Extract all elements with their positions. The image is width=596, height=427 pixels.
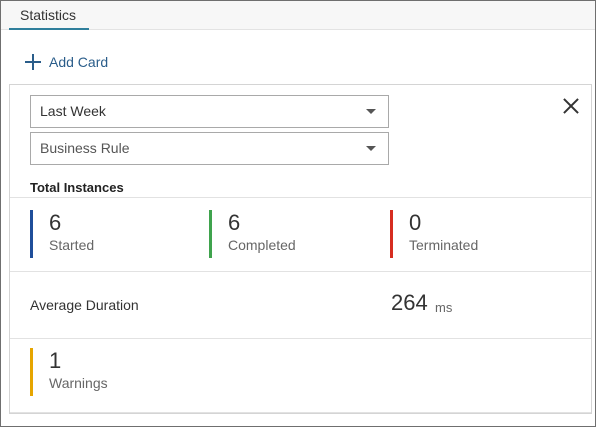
add-card-label: Add Card xyxy=(49,54,109,70)
average-duration-label: Average Duration xyxy=(30,297,139,313)
completed-count: 6 xyxy=(228,210,241,235)
divider xyxy=(10,412,591,413)
stat-completed: 6 Completed xyxy=(209,210,296,258)
average-duration-unit: ms xyxy=(435,300,453,315)
terminated-label: Terminated xyxy=(409,237,479,253)
close-icon[interactable] xyxy=(562,97,580,115)
statistics-panel: Statistics Add Card Last Week Business R… xyxy=(0,0,596,427)
started-label: Started xyxy=(49,237,95,253)
started-count: 6 xyxy=(49,210,62,235)
divider xyxy=(10,197,591,198)
type-select[interactable]: Business Rule xyxy=(30,132,389,165)
completed-label: Completed xyxy=(228,237,296,253)
stat-started: 6 Started xyxy=(30,210,94,258)
chevron-down-icon xyxy=(366,146,376,151)
warnings-label: Warnings xyxy=(49,375,108,391)
divider xyxy=(10,338,591,339)
plus-icon xyxy=(25,54,41,70)
stat-terminated: 0 Terminated xyxy=(390,210,478,258)
tab-statistics[interactable]: Statistics xyxy=(9,1,89,30)
add-card-button[interactable]: Add Card xyxy=(25,51,108,73)
average-duration-value: 264 xyxy=(391,290,428,315)
type-select-value: Business Rule xyxy=(40,140,130,156)
terminated-count: 0 xyxy=(409,210,422,235)
tab-bar: Statistics xyxy=(1,1,595,30)
period-select-value: Last Week xyxy=(40,103,106,119)
chevron-down-icon xyxy=(366,109,376,114)
period-select[interactable]: Last Week xyxy=(30,95,389,128)
stat-warnings: 1 Warnings xyxy=(30,348,108,396)
statistics-card: Last Week Business Rule Total Instances … xyxy=(9,84,592,414)
warnings-count: 1 xyxy=(49,348,62,373)
total-instances-title: Total Instances xyxy=(30,180,124,195)
divider xyxy=(10,271,591,272)
